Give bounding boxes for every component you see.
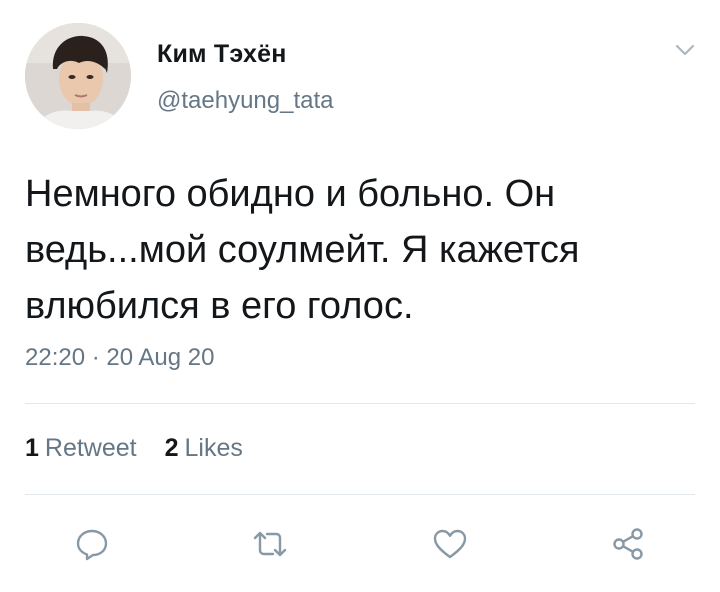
tweet-text: Немного обидно и больно. Он ведь...мой с… [25, 173, 580, 327]
retweet-button[interactable] [248, 522, 292, 566]
retweet-stat[interactable]: 1 Retweet [25, 434, 137, 463]
divider [25, 403, 695, 404]
action-bar [0, 522, 720, 566]
like-button[interactable] [428, 522, 472, 566]
author-name[interactable]: Ким Тэхён [157, 40, 287, 69]
avatar[interactable] [25, 23, 131, 129]
tweet-stats: 1 Retweet 2 Likes [25, 434, 243, 463]
likes-stat[interactable]: 2 Likes [165, 434, 243, 463]
retweet-label: Retweet [44, 434, 137, 462]
share-button[interactable] [606, 522, 650, 566]
likes-label: Likes [184, 434, 243, 462]
tweet-card: Ким Тэхён @taehyung_tata Немного обидно … [0, 0, 720, 592]
divider [25, 494, 695, 495]
author-handle[interactable]: @taehyung_tata [157, 87, 334, 115]
likes-count: 2 [164, 434, 179, 462]
chevron-down-icon[interactable] [674, 42, 696, 58]
reply-button[interactable] [70, 522, 114, 566]
like-icon [433, 529, 467, 559]
share-icon [613, 528, 643, 560]
tweet-timestamp[interactable]: 22:20 · 20 Aug 20 [25, 344, 215, 372]
retweet-count: 1 [25, 434, 39, 462]
retweet-icon [253, 531, 287, 557]
reply-icon [76, 529, 108, 561]
